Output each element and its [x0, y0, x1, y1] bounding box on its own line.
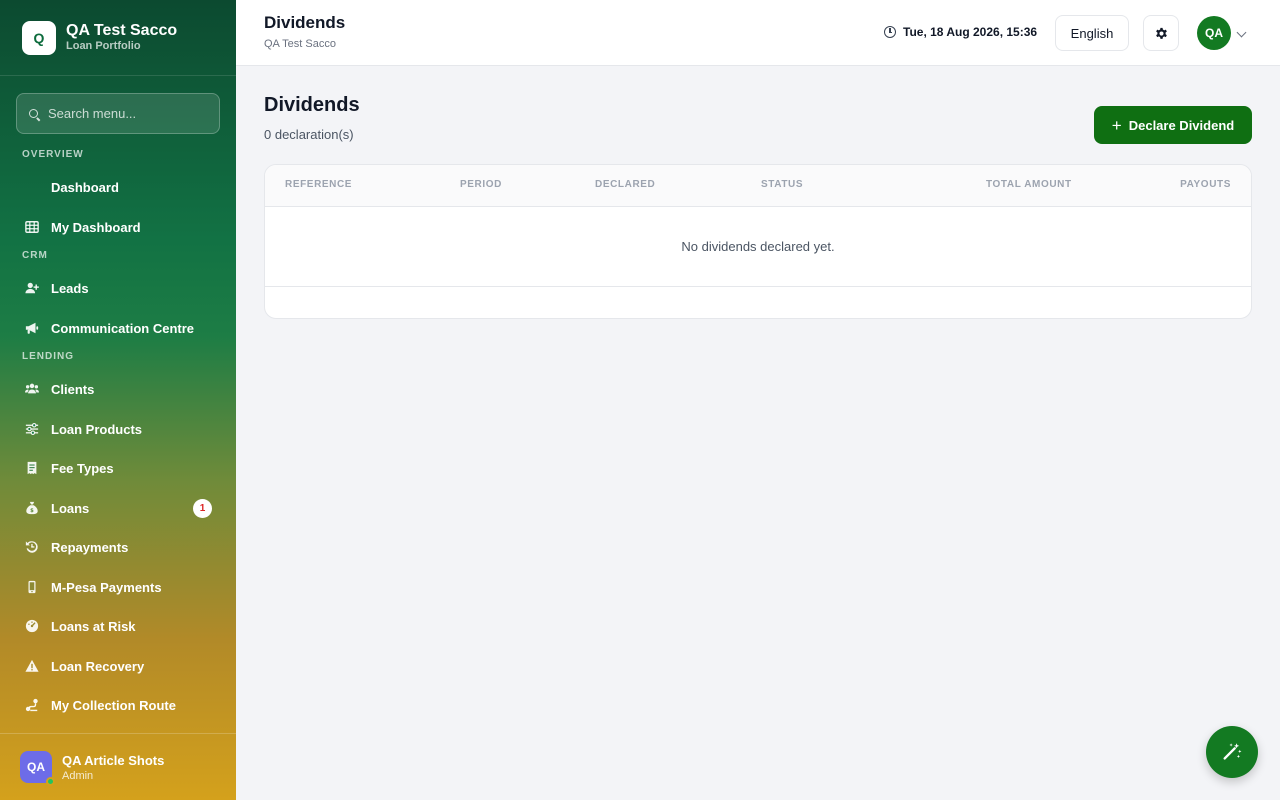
section-label-overview: OVERVIEW [22, 149, 84, 160]
sidebar-item-label: My Dashboard [51, 219, 141, 235]
sidebar-item-label: Fee Types [51, 460, 114, 476]
user-name: QA Article Shots [62, 752, 165, 768]
table-header: REFERENCE PERIOD DECLARED STATUS TOTAL A… [265, 165, 1251, 207]
mobile-phone-icon [24, 579, 40, 595]
gauge-icon [24, 618, 40, 634]
route-icon [24, 697, 40, 713]
magic-wand-icon [1223, 743, 1242, 760]
users-icon [24, 381, 40, 397]
settings-button[interactable] [1143, 15, 1179, 51]
header-clock: Tue, 18 Aug 2026, 15:36 [884, 25, 1037, 39]
clock-icon [884, 26, 896, 38]
receipt-icon [24, 460, 40, 476]
language-select[interactable]: English [1055, 15, 1129, 51]
magic-wand-fab-button[interactable] [1206, 726, 1258, 778]
sidebar-item-label: M-Pesa Payments [51, 579, 162, 595]
avatar-initials: QA [27, 760, 45, 774]
header-subtitle: QA Test Sacco [264, 38, 336, 50]
column-header-period[interactable]: PERIOD [460, 179, 502, 190]
declare-dividend-label: Declare Dividend [1128, 117, 1235, 133]
sidebar-item-loan-recovery[interactable]: Loan Recovery [16, 648, 220, 684]
column-header-reference[interactable]: REFERENCE [285, 179, 352, 190]
brand-name: QA Test Sacco [66, 22, 178, 39]
profile-avatar-button[interactable]: QA [1197, 16, 1231, 50]
sidebar-item-label: Dashboard [51, 179, 119, 195]
history-icon [24, 539, 40, 555]
sidebar-item-collection-route[interactable]: My Collection Route [16, 687, 220, 723]
sidebar-item-label: Repayments [51, 539, 129, 555]
column-header-payouts[interactable]: PAYOUTS [1180, 179, 1231, 190]
sidebar-item-mpesa[interactable]: M-Pesa Payments [16, 569, 220, 605]
loans-count-badge: 1 [193, 498, 212, 518]
brand-subtitle: Loan Portfolio [66, 40, 141, 52]
top-bar: Dividends QA Test Sacco Tue, 18 Aug 2026… [236, 0, 1280, 66]
brand[interactable]: Q QA Test Sacco Loan Portfolio [0, 0, 236, 76]
sidebar-item-label: Leads [51, 280, 89, 296]
sidebar-item-loan-products[interactable]: Loan Products [16, 411, 220, 447]
user-plus-icon [24, 280, 40, 296]
sidebar-item-label: Clients [51, 381, 95, 397]
column-header-status[interactable]: STATUS [761, 179, 803, 190]
brand-logo: Q [22, 20, 56, 55]
sidebar-item-repayments[interactable]: Repayments [16, 529, 220, 565]
money-bag-icon: $ [24, 500, 40, 516]
user-role: Admin [62, 769, 94, 782]
sidebar-item-label: Communication Centre [51, 320, 195, 336]
sidebar-item-label: Loans [51, 500, 90, 516]
online-status-dot [46, 777, 55, 786]
page-title: Dividends [264, 94, 360, 116]
user-card[interactable]: QA QA Article Shots Admin [0, 733, 236, 800]
empty-state-message: No dividends declared yet. [265, 207, 1251, 287]
declaration-count: 0 declaration(s) [264, 127, 354, 142]
sidebar-item-loans-at-risk[interactable]: Loans at Risk [16, 608, 220, 644]
sidebar-item-label: Loan Products [51, 421, 143, 437]
sidebar-item-label: Loans at Risk [51, 618, 136, 634]
header-datetime: Tue, 18 Aug 2026, 15:36 [903, 25, 1038, 39]
search-icon [29, 109, 41, 121]
sidebar-item-dashboard[interactable]: Dashboard [16, 169, 220, 205]
column-header-total-amount[interactable]: TOTAL AMOUNT [986, 179, 1072, 190]
sidebar-item-loans[interactable]: $ Loans 1 [16, 490, 220, 526]
section-label-crm: CRM [22, 250, 48, 261]
gear-icon [1155, 27, 1167, 39]
sidebar-item-leads[interactable]: Leads [16, 270, 220, 306]
dashboard-icon [24, 179, 40, 195]
sidebar-search[interactable] [16, 93, 220, 134]
sidebar-item-label: Loan Recovery [51, 658, 145, 674]
sidebar-item-my-dashboard[interactable]: My Dashboard [16, 209, 220, 245]
warning-icon [24, 658, 40, 674]
sliders-icon [24, 421, 40, 437]
declare-dividend-button[interactable]: + Declare Dividend [1094, 106, 1252, 144]
sidebar-item-label: My Collection Route [51, 697, 176, 713]
column-header-declared[interactable]: DECLARED [595, 179, 655, 190]
search-input[interactable] [48, 106, 208, 121]
plus-icon: + [1111, 115, 1122, 135]
sidebar-item-fee-types[interactable]: Fee Types [16, 450, 220, 486]
dividends-table: REFERENCE PERIOD DECLARED STATUS TOTAL A… [264, 164, 1252, 319]
avatar: QA [20, 751, 55, 786]
section-label-lending: LENDING [22, 351, 74, 362]
megaphone-icon [24, 320, 40, 336]
sidebar-item-clients[interactable]: Clients [16, 371, 220, 407]
sidebar: Q QA Test Sacco Loan Portfolio OVERVIEW … [0, 0, 236, 800]
grid-icon [24, 219, 40, 235]
sidebar-item-communication[interactable]: Communication Centre [16, 310, 220, 346]
header-title: Dividends [264, 13, 346, 32]
svg-text:$: $ [30, 508, 34, 514]
chevron-down-icon[interactable] [1236, 27, 1247, 38]
